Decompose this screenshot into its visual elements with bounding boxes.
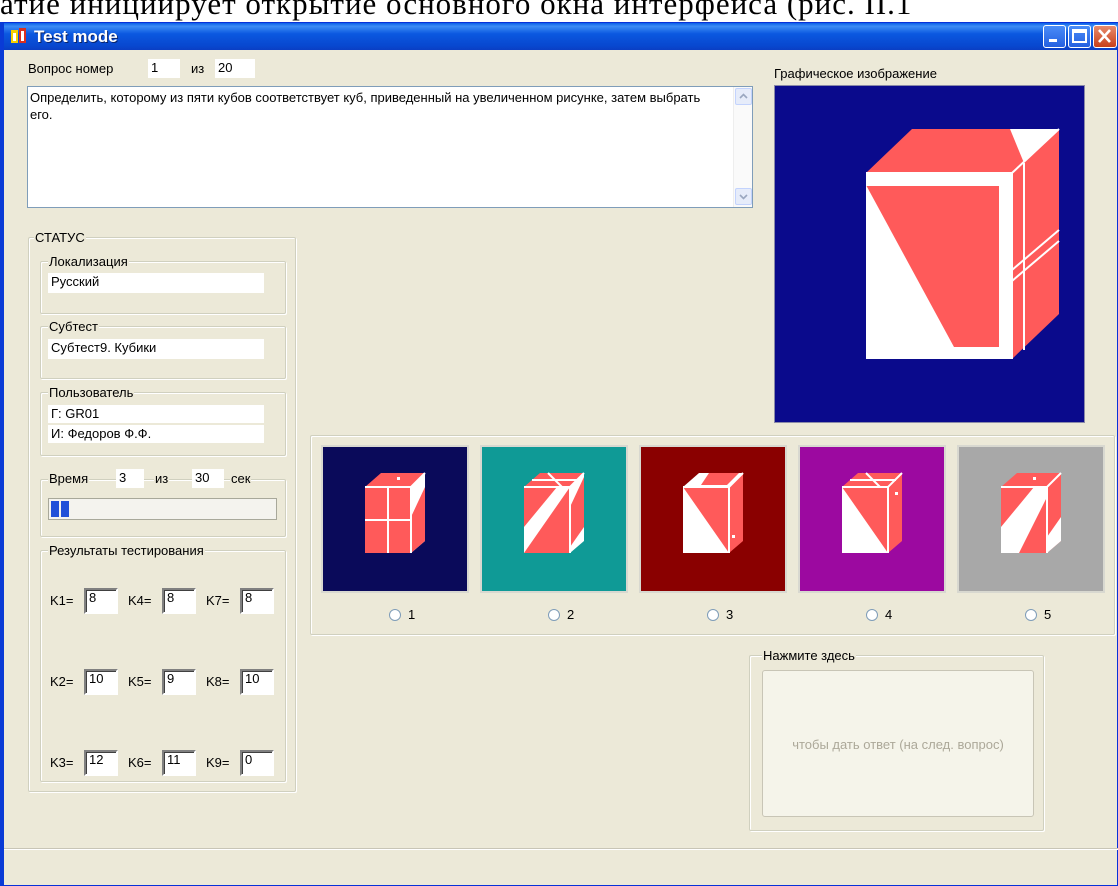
result-label: K5= <box>128 674 152 689</box>
option-radio-5[interactable] <box>1025 609 1037 621</box>
option-image-2[interactable] <box>480 445 628 593</box>
app-icon <box>11 28 26 43</box>
maximize-icon <box>1072 29 1087 43</box>
result-value-field[interactable]: 8 <box>162 588 196 614</box>
image-panel-label: Графическое изображение <box>774 66 937 81</box>
question-number-field[interactable]: 1 <box>148 59 180 78</box>
question-number-label: Вопрос номер <box>28 61 114 76</box>
localization-label: Локализация <box>48 254 129 270</box>
cube-thumbnail <box>524 472 585 553</box>
submit-group-label: Нажмите здесь <box>762 648 856 664</box>
time-of-label: из <box>154 471 170 487</box>
status-bar <box>4 848 1118 885</box>
cube-thumbnail <box>365 472 426 553</box>
time-total-field[interactable]: 30 <box>192 469 224 488</box>
result-value-field[interactable]: 0 <box>240 750 274 776</box>
minimize-button[interactable] <box>1043 25 1066 48</box>
user-group-field[interactable]: Г: GR01 <box>48 405 264 423</box>
result-label: K1= <box>50 593 74 608</box>
option-image-4[interactable] <box>798 445 946 593</box>
localization-field[interactable]: Русский <box>48 273 264 293</box>
results-group <box>40 550 286 782</box>
main-cube-image <box>774 85 1085 423</box>
subtest-field[interactable]: Субтест9. Кубики <box>48 339 264 359</box>
time-progress-bar <box>48 498 277 520</box>
window-title: Test mode <box>34 27 118 46</box>
result-label: K4= <box>128 593 152 608</box>
result-value-field[interactable]: 11 <box>162 750 196 776</box>
question-of-label: из <box>191 61 205 76</box>
chevron-down-icon <box>739 194 748 200</box>
result-value-field[interactable]: 8 <box>84 588 118 614</box>
option-label-3: 3 <box>726 607 734 622</box>
time-current-field[interactable]: 3 <box>116 469 144 488</box>
option-image-5[interactable] <box>957 445 1105 593</box>
option-image-3[interactable] <box>639 445 787 593</box>
option-radio-4[interactable] <box>866 609 878 621</box>
result-value-field[interactable]: 10 <box>240 669 274 695</box>
result-value-field[interactable]: 10 <box>84 669 118 695</box>
option-image-1[interactable] <box>321 445 469 593</box>
result-value-field[interactable]: 9 <box>162 669 196 695</box>
user-name-field[interactable]: И: Федоров Ф.Ф. <box>48 425 264 443</box>
results-title: Результаты тестирования <box>48 543 205 559</box>
client-area: Вопрос номер 1 из 20 Определить, котором… <box>4 50 1118 885</box>
user-group <box>40 392 286 456</box>
option-label-2: 2 <box>567 607 575 622</box>
result-label: K3= <box>50 755 74 770</box>
title-bar[interactable]: Test mode <box>4 23 1118 50</box>
question-scrollbar[interactable] <box>733 87 752 207</box>
subtest-label: Субтест <box>48 319 99 335</box>
option-radio-2[interactable] <box>548 609 560 621</box>
option-label-4: 4 <box>885 607 893 622</box>
result-label: K7= <box>206 593 230 608</box>
progress-block <box>61 501 69 517</box>
status-title: СТАТУС <box>34 230 86 246</box>
question-text: Определить, которому из пяти кубов соотв… <box>30 90 701 122</box>
option-label-5: 5 <box>1044 607 1052 622</box>
scroll-up-button[interactable] <box>735 88 752 105</box>
cube-thumbnail <box>842 472 903 553</box>
option-radio-1[interactable] <box>389 609 401 621</box>
question-total-field[interactable]: 20 <box>215 59 255 78</box>
maximize-button[interactable] <box>1068 25 1091 48</box>
close-icon <box>1098 29 1111 43</box>
document-caption: атие инициирует открытие основного окна … <box>0 0 913 21</box>
result-label: K8= <box>206 674 230 689</box>
minimize-icon <box>1049 39 1057 42</box>
user-label: Пользователь <box>48 385 135 401</box>
test-mode-window: Test mode Вопрос номер 1 из 20 Определит… <box>0 22 1118 886</box>
time-unit-label: сек <box>230 471 252 487</box>
result-label: K6= <box>128 755 152 770</box>
progress-block <box>51 501 59 517</box>
close-button[interactable] <box>1093 25 1117 48</box>
time-label: Время <box>48 471 90 487</box>
option-label-1: 1 <box>408 607 416 622</box>
result-label: K9= <box>206 755 230 770</box>
chevron-up-icon <box>739 93 748 99</box>
option-radio-3[interactable] <box>707 609 719 621</box>
question-text-area[interactable]: Определить, которому из пяти кубов соотв… <box>27 86 753 208</box>
scroll-down-button[interactable] <box>735 188 752 205</box>
submit-answer-button[interactable]: чтобы дать ответ (на след. вопрос) <box>762 670 1034 817</box>
result-label: K2= <box>50 674 74 689</box>
result-value-field[interactable]: 12 <box>84 750 118 776</box>
cube-thumbnail <box>1001 472 1062 553</box>
result-value-field[interactable]: 8 <box>240 588 274 614</box>
cube-thumbnail <box>683 472 744 553</box>
